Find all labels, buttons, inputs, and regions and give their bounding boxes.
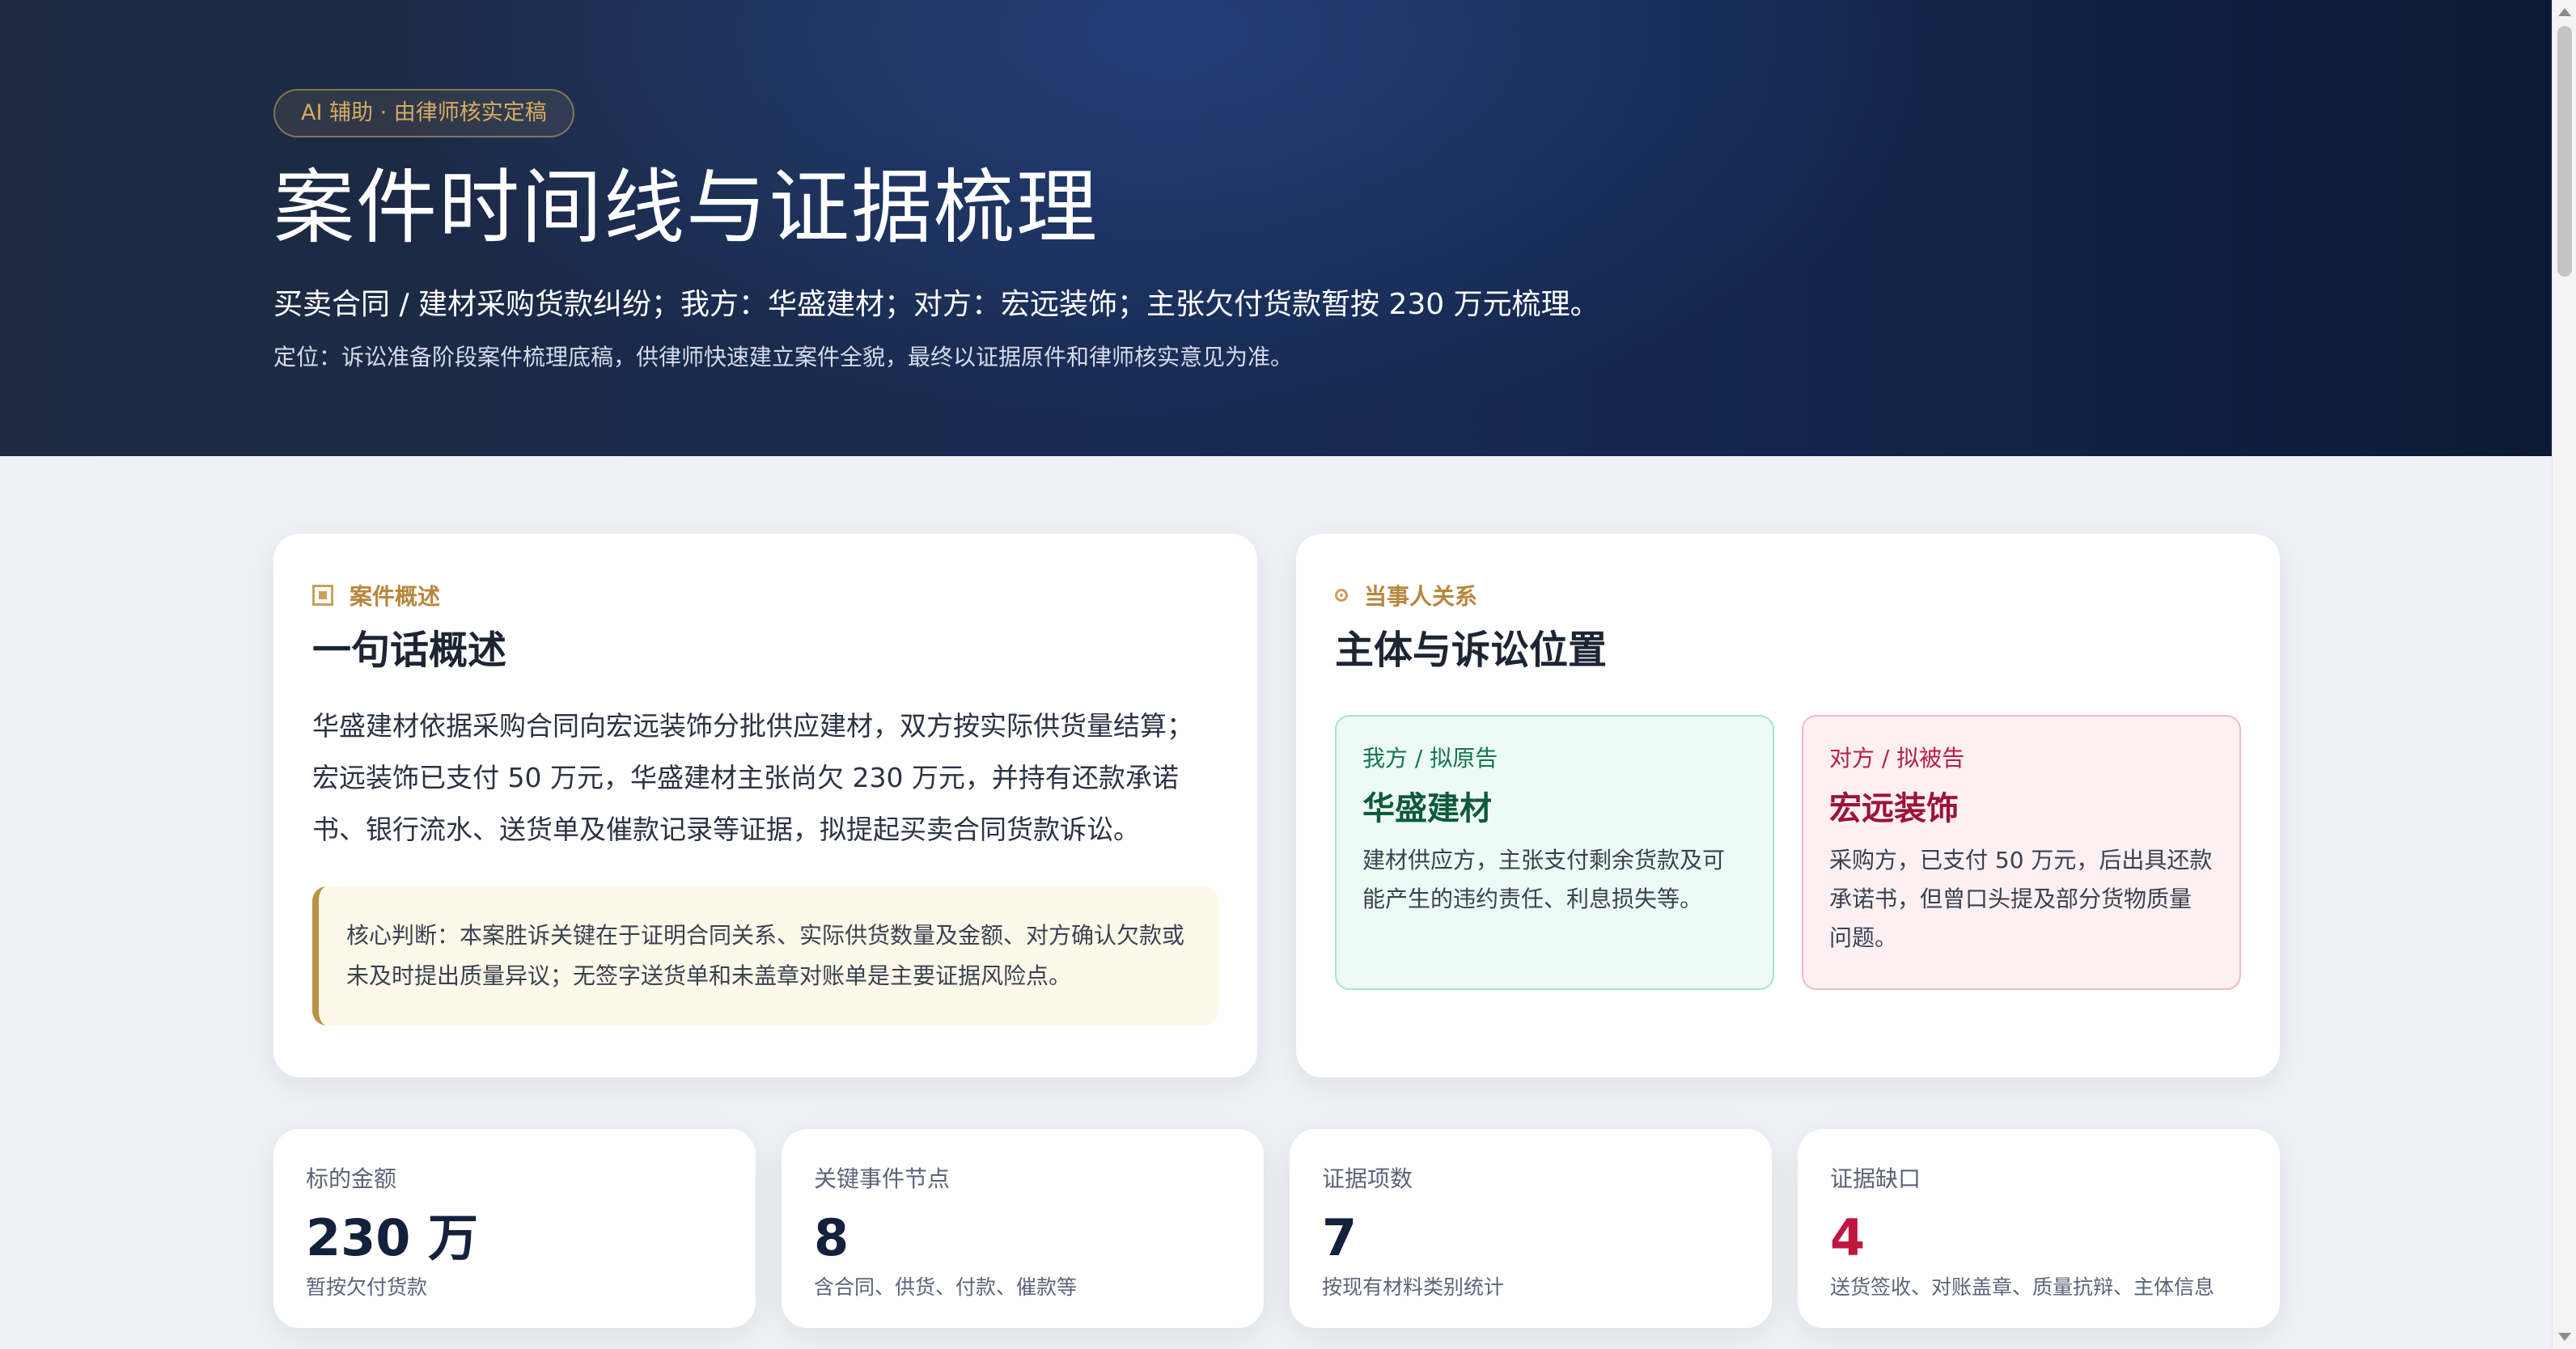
stat-label: 标的金额	[306, 1165, 397, 1192]
party-relations-card: 当事人关系 主体与诉讼位置 我方 / 拟原告 华盛建材 建材供应方，主张支付剩余…	[1296, 534, 2280, 1077]
hero-header: AI 辅助 · 由律师核实定稿 案件时间线与证据梳理 买卖合同 / 建材采购货款…	[0, 0, 2552, 456]
vertical-scrollbar[interactable]	[2552, 0, 2576, 1349]
party-defendant: 对方 / 拟被告 宏远装饰 采购方，已支付 50 万元，后出具还款承诺书，但曾口…	[1802, 715, 2241, 990]
parties-eyebrow-label: 当事人关系	[1364, 583, 1478, 610]
parties-eyebrow: 当事人关系	[1335, 579, 2241, 611]
stat-value: 7	[1322, 1208, 1358, 1267]
stat-label: 证据项数	[1322, 1165, 1413, 1192]
overview-eyebrow-label: 案件概述	[350, 583, 441, 610]
ai-assist-badge: AI 辅助 · 由律师核实定稿	[273, 89, 574, 137]
square-icon	[312, 585, 333, 606]
hero-content: AI 辅助 · 由律师核实定稿 案件时间线与证据梳理 买卖合同 / 建材采购货款…	[273, 89, 2296, 374]
target-icon	[1335, 589, 1348, 602]
party-plaintiff: 我方 / 拟原告 华盛建材 建材供应方，主张支付剩余货款及可能产生的违约责任、利…	[1335, 715, 1774, 990]
party-list: 我方 / 拟原告 华盛建材 建材供应方，主张支付剩余货款及可能产生的违约责任、利…	[1335, 715, 2241, 990]
stat-card-gaps: 证据缺口 4 送货签收、对账盖章、质量抗辩、主体信息	[1798, 1129, 2280, 1328]
stat-description: 暂按欠付货款	[306, 1275, 428, 1299]
stat-card-evidence: 证据项数 7 按现有材料类别统计	[1290, 1129, 1772, 1328]
case-subtitle: 买卖合同 / 建材采购货款纠纷；我方：华盛建材；对方：宏远装饰；主张欠付货款暂按…	[273, 288, 1599, 321]
stat-description: 含合同、供货、付款、催款等	[814, 1275, 1078, 1299]
party-name: 宏远装饰	[1829, 790, 1959, 827]
positioning-note: 定位：诉讼准备阶段案件梳理底稿，供律师快速建立案件全貌，最终以证据原件和律师核实…	[273, 344, 1294, 370]
stat-description: 送货签收、对账盖章、质量抗辩、主体信息	[1830, 1275, 2215, 1299]
stat-value: 8	[814, 1208, 849, 1267]
scroll-up-arrow-icon[interactable]	[2558, 8, 2571, 16]
stat-card-events: 关键事件节点 8 含合同、供货、付款、催款等	[782, 1129, 1264, 1328]
scroll-down-arrow-icon[interactable]	[2558, 1333, 2571, 1341]
parties-title: 主体与诉讼位置	[1335, 628, 1608, 673]
stat-value: 230 万	[306, 1208, 479, 1267]
case-overview-card: 案件概述 一句话概述 华盛建材依据采购合同向宏远装饰分批供应建材，双方按实际供货…	[273, 534, 1257, 1077]
core-judgment-callout: 核心判断：本案胜诉关键在于证明合同关系、实际供货数量及金额、对方确认欠款或未及时…	[312, 886, 1218, 1025]
overview-title: 一句话概述	[312, 628, 507, 673]
page-title: 案件时间线与证据梳理	[273, 160, 1099, 255]
stat-label: 关键事件节点	[814, 1165, 951, 1192]
overview-summary: 华盛建材依据采购合同向宏远装饰分批供应建材，双方按实际供货量结算；宏远装饰已支付…	[312, 710, 1193, 845]
party-role: 我方 / 拟原告	[1362, 745, 1498, 772]
party-role: 对方 / 拟被告	[1829, 745, 1965, 772]
stat-card-amount: 标的金额 230 万 暂按欠付货款	[273, 1129, 756, 1328]
stat-description: 按现有材料类别统计	[1322, 1275, 1505, 1299]
overview-eyebrow: 案件概述	[312, 579, 1218, 611]
scrollbar-thumb[interactable]	[2557, 26, 2572, 277]
stat-value: 4	[1830, 1208, 1866, 1267]
stat-label: 证据缺口	[1830, 1165, 1921, 1192]
party-description: 采购方，已支付 50 万元，后出具还款承诺书，但曾口头提及部分货物质量问题。	[1829, 847, 2213, 951]
party-description: 建材供应方，主张支付剩余货款及可能产生的违约责任、利息损失等。	[1362, 847, 1726, 912]
party-name: 华盛建材	[1362, 790, 1492, 827]
